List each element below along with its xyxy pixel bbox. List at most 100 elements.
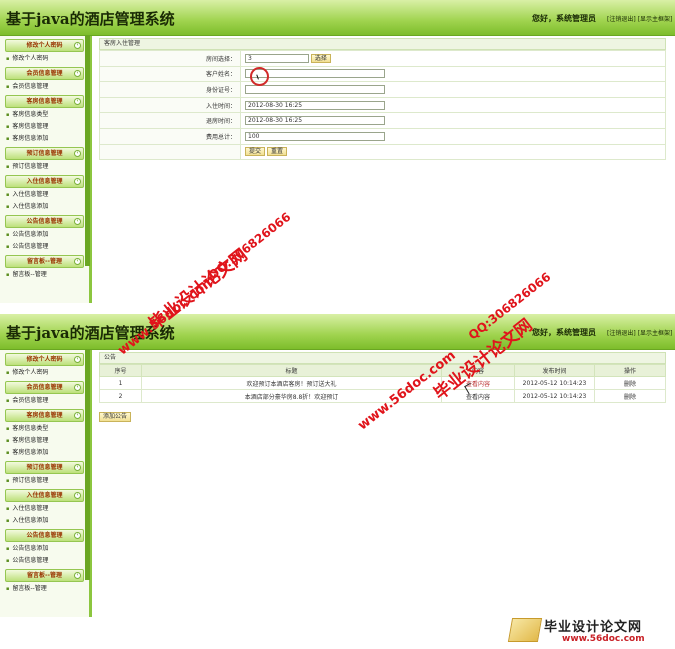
- menu-item-messages[interactable]: 留言板--管理: [0, 269, 89, 280]
- table-row: 1 欢迎预订本酒店客房！预订送大礼 查看内容 2012-05-12 10:14:…: [99, 376, 666, 390]
- menu-header-members[interactable]: 会员信息管理 ‹: [5, 67, 84, 80]
- col-header-title: 标题: [141, 364, 442, 377]
- menu-item-change-password[interactable]: 修改个人密码: [0, 53, 89, 64]
- room-label: 房间选择：: [99, 50, 241, 67]
- menu-header-booking[interactable]: 预订信息管理 ‹: [5, 461, 84, 474]
- id-label: 身份证号：: [99, 81, 241, 98]
- collapse-icon[interactable]: ‹: [74, 464, 81, 471]
- footer-logo: 毕业设计论文网 www.56doc.com: [507, 616, 670, 646]
- menu-item-room-manage[interactable]: 客房信息管理: [0, 435, 89, 446]
- show-frame-link[interactable]: [显示主框架]: [638, 16, 673, 23]
- screenshot-checkin: 基于java的酒店管理系统 您好，系统管理员 [注销退出] [显示主框架] 修改个…: [0, 0, 675, 303]
- delete-link[interactable]: 删除: [594, 376, 666, 390]
- sidebar-scrollbar[interactable]: [85, 350, 90, 580]
- panel-title: 客房入住管理: [99, 38, 666, 50]
- menu-header-notices[interactable]: 公告信息管理 ‹: [5, 529, 84, 542]
- cursor-highlight-icon: [250, 67, 269, 86]
- panel-title: 公告: [99, 352, 666, 364]
- menu-item-notice-add[interactable]: 公告信息添加: [0, 543, 89, 554]
- id-number-input[interactable]: [245, 84, 385, 94]
- menu-item-checkin-add[interactable]: 入住信息添加: [0, 515, 89, 526]
- checkout-time-input[interactable]: 2012-08-30 16:25: [245, 116, 385, 126]
- menu-header-booking[interactable]: 预订信息管理 ‹: [5, 147, 84, 160]
- menu-item-room-add[interactable]: 客房信息添加: [0, 447, 89, 458]
- collapse-icon[interactable]: ‹: [74, 532, 81, 539]
- menu-item-change-password[interactable]: 修改个人密码: [0, 367, 89, 378]
- col-header-time: 发布时间: [514, 364, 595, 377]
- menu-header-password[interactable]: 修改个人密码 ‹: [5, 39, 84, 52]
- footer-url: www.56doc.com: [562, 634, 645, 644]
- collapse-icon[interactable]: ‹: [74, 384, 81, 391]
- collapse-icon[interactable]: ‹: [74, 218, 81, 225]
- fee-label: 费用总计：: [99, 127, 241, 145]
- sidebar-scrollbar[interactable]: [85, 36, 90, 266]
- collapse-icon[interactable]: ‹: [74, 178, 81, 185]
- footer-site-name: 毕业设计论文网: [544, 620, 643, 635]
- greeting-text: 您好，系统管理员: [532, 328, 596, 337]
- menu-header-messages[interactable]: 留言板--管理 ‹: [5, 569, 84, 582]
- add-notice-button[interactable]: 添加公告: [99, 412, 132, 422]
- collapse-icon[interactable]: ‹: [74, 572, 81, 579]
- menu-item-checkin-manage[interactable]: 入住信息管理: [0, 189, 89, 200]
- row-title: 欢迎预订本酒店客房！预订送大礼: [141, 376, 442, 390]
- menu-item-notice-manage[interactable]: 公告信息管理: [0, 555, 89, 566]
- collapse-icon[interactable]: ‹: [74, 412, 81, 419]
- menu-item-booking[interactable]: 预订信息管理: [0, 475, 89, 486]
- menu-header-checkin[interactable]: 入住信息管理 ‹: [5, 175, 84, 188]
- header-links: [注销退出] [显示主框架]: [607, 14, 674, 23]
- table-header-row: 序号 标题 内容 发布时间 操作: [99, 364, 666, 377]
- delete-link[interactable]: 删除: [594, 389, 666, 403]
- reset-button[interactable]: 重置: [266, 147, 287, 157]
- checkin-time-input[interactable]: 2012-08-30 16:25: [245, 100, 385, 110]
- collapse-icon[interactable]: ‹: [74, 150, 81, 157]
- menu-header-rooms[interactable]: 客房信息管理 ‹: [5, 95, 84, 108]
- collapse-icon[interactable]: ‹: [74, 42, 81, 49]
- menu-item-notice-add[interactable]: 公告信息添加: [0, 229, 89, 240]
- logout-link[interactable]: [注销退出]: [607, 330, 636, 337]
- sidebar: 修改个人密码‹ 修改个人密码 会员信息管理‹ 会员信息管理 客房信息管理‹ 客房…: [0, 36, 92, 303]
- menu-item-checkin-manage[interactable]: 入住信息管理: [0, 503, 89, 514]
- col-header-action: 操作: [594, 364, 666, 377]
- greeting-text: 您好，系统管理员: [532, 14, 596, 23]
- row-no: 2: [99, 389, 142, 403]
- checkin-panel: 客房入住管理 房间选择： 3 选择 客户姓名： 身份证号： 入住时间： 2012…: [99, 38, 666, 161]
- menu-item-room-manage[interactable]: 客房信息管理: [0, 121, 89, 132]
- menu-item-room-add[interactable]: 客房信息添加: [0, 133, 89, 144]
- collapse-icon[interactable]: ‹: [74, 492, 81, 499]
- app-header: 基于java的酒店管理系统 您好，系统管理员 [注销退出] [显示主框架]: [0, 0, 675, 36]
- menu-header-checkin[interactable]: 入住信息管理 ‹: [5, 489, 84, 502]
- fee-input[interactable]: 100: [245, 131, 385, 141]
- room-input[interactable]: 3: [245, 53, 309, 63]
- row-time: 2012-05-12 10:14:23: [514, 376, 595, 390]
- checkout-time-label: 退房时间：: [99, 112, 241, 129]
- menu-item-booking[interactable]: 预订信息管理: [0, 161, 89, 172]
- menu-item-room-types[interactable]: 客房信息类型: [0, 423, 89, 434]
- checkin-time-label: 入住时间：: [99, 96, 241, 114]
- show-frame-link[interactable]: [显示主框架]: [638, 330, 673, 337]
- menu-item-notice-manage[interactable]: 公告信息管理: [0, 241, 89, 252]
- menu-header-messages[interactable]: 留言板--管理 ‹: [5, 255, 84, 268]
- notice-table: 序号 标题 内容 发布时间 操作 1 欢迎预订本酒店客房！预订送大礼 查看内容 …: [99, 364, 666, 403]
- menu-header-rooms[interactable]: 客房信息管理 ‹: [5, 409, 84, 422]
- menu-header-notices[interactable]: 公告信息管理 ‹: [5, 215, 84, 228]
- menu-item-checkin-add[interactable]: 入住信息添加: [0, 201, 89, 212]
- header-links: [注销退出] [显示主框架]: [607, 328, 674, 337]
- collapse-icon[interactable]: ‹: [74, 98, 81, 105]
- select-room-button[interactable]: 选择: [310, 53, 331, 63]
- menu-item-room-types[interactable]: 客房信息类型: [0, 109, 89, 120]
- collapse-icon[interactable]: ‹: [74, 356, 81, 363]
- book-icon: [507, 618, 543, 642]
- menu-item-members[interactable]: 会员信息管理: [0, 81, 89, 92]
- logout-link[interactable]: [注销退出]: [607, 16, 636, 23]
- row-no: 1: [99, 376, 142, 390]
- submit-button[interactable]: 提交: [245, 147, 266, 157]
- collapse-icon[interactable]: ‹: [74, 258, 81, 265]
- menu-item-messages[interactable]: 留言板--管理: [0, 583, 89, 594]
- collapse-icon[interactable]: ‹: [74, 70, 81, 77]
- col-header-no: 序号: [99, 364, 142, 377]
- screenshot-notices: 基于java的酒店管理系统 您好，系统管理员 [注销退出] [显示主框架] 修改个…: [0, 314, 675, 617]
- app-title: 基于java的酒店管理系统: [6, 10, 175, 28]
- menu-header-password[interactable]: 修改个人密码 ‹: [5, 353, 84, 366]
- menu-header-members[interactable]: 会员信息管理 ‹: [5, 381, 84, 394]
- menu-item-members[interactable]: 会员信息管理: [0, 395, 89, 406]
